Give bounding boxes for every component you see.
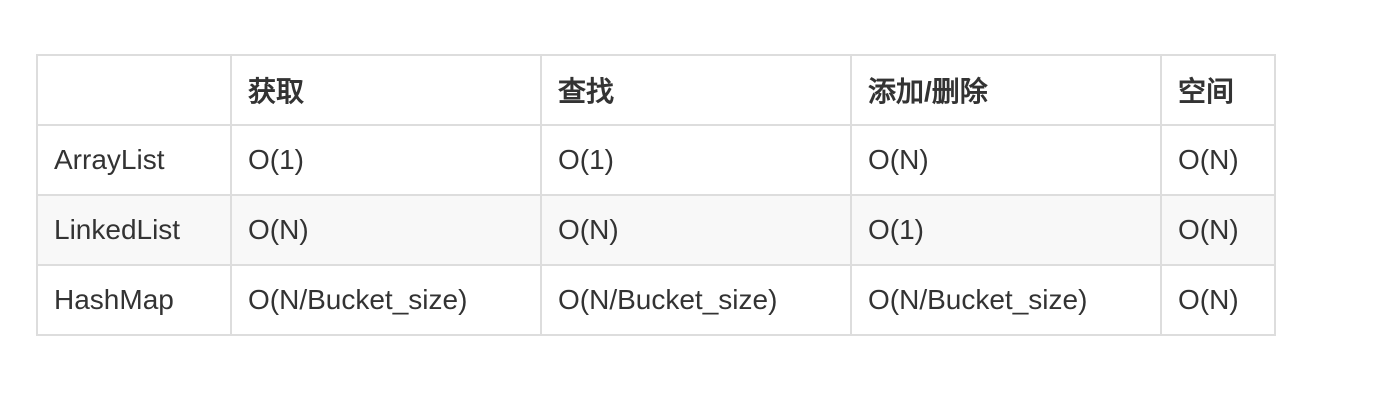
row-label: ArrayList [36, 124, 232, 196]
table-cell: O(N/Bucket_size) [540, 264, 852, 336]
table-cell: O(N) [230, 194, 542, 266]
table-cell: O(N/Bucket_size) [850, 264, 1162, 336]
header-row: 获取 查找 添加/删除 空间 [36, 54, 1276, 126]
header-cell: 查找 [540, 54, 852, 126]
table-cell: O(1) [230, 124, 542, 196]
complexity-table: 获取 查找 添加/删除 空间 ArrayList O(1) O(1) O(N) … [36, 54, 1276, 336]
header-cell: 添加/删除 [850, 54, 1162, 126]
table-cell: O(N/Bucket_size) [230, 264, 542, 336]
header-cell: 获取 [230, 54, 542, 126]
header-cell [36, 54, 232, 126]
row-label: HashMap [36, 264, 232, 336]
table-row: HashMap O(N/Bucket_size) O(N/Bucket_size… [36, 264, 1276, 336]
table-cell: O(N) [1160, 194, 1276, 266]
table-cell: O(1) [540, 124, 852, 196]
table-row: LinkedList O(N) O(N) O(1) O(N) [36, 194, 1276, 266]
header-cell: 空间 [1160, 54, 1276, 126]
row-label: LinkedList [36, 194, 232, 266]
table-row: ArrayList O(1) O(1) O(N) O(N) [36, 124, 1276, 196]
table-cell: O(N) [540, 194, 852, 266]
table-cell: O(1) [850, 194, 1162, 266]
table-cell: O(N) [1160, 124, 1276, 196]
table-cell: O(N) [850, 124, 1162, 196]
table-cell: O(N) [1160, 264, 1276, 336]
